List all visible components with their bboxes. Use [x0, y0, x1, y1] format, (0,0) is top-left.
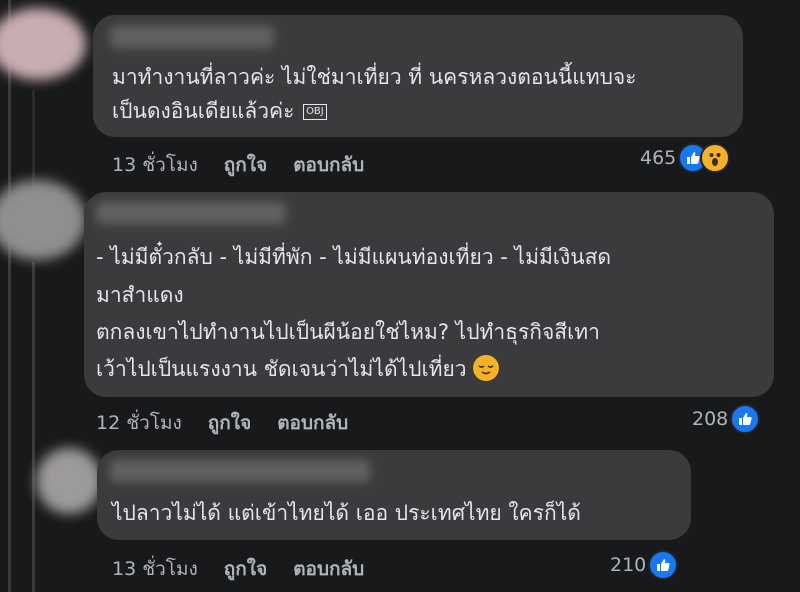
- avatar[interactable]: [0, 180, 86, 260]
- comment-text-line: - ไม่มีตั๋วกลับ - ไม่มีที่พัก - ไม่มีแผน…: [96, 245, 612, 269]
- comment-text-fragment: เว้าไปเป็นแรงงาน ชัดเจนว่าไม่ได้ไปเที่ยว: [96, 357, 467, 381]
- reaction-count: 208: [692, 408, 729, 430]
- thread-line: [32, 262, 35, 592]
- comment-text-line: ตกลงเขาไปทำงานไปเป็นผีน้อยใช่ไหม? ไปทำธุ…: [96, 320, 600, 344]
- avatar[interactable]: [0, 8, 86, 80]
- object-replacement-glyph: OBJ: [303, 104, 327, 120]
- reply-action-link[interactable]: ตอบกลับ: [293, 554, 364, 584]
- like-action-link[interactable]: ถูกใจ: [208, 408, 251, 438]
- comment-actions: 13 ชั่วโมง ถูกใจ ตอบกลับ: [112, 150, 364, 180]
- wow-face-icon: [700, 143, 731, 173]
- reaction-summary[interactable]: 210: [610, 550, 679, 580]
- commenter-name[interactable]: [96, 202, 286, 224]
- relieved-face-emoji: [473, 355, 500, 381]
- avatar[interactable]: [36, 448, 102, 514]
- comment-actions: 13 ชั่วโมง ถูกใจ ตอบกลับ: [112, 554, 364, 584]
- like-action-link[interactable]: ถูกใจ: [224, 554, 267, 584]
- comment-timestamp[interactable]: 13 ชั่วโมง: [112, 554, 198, 584]
- comment-text-line: เว้าไปเป็นแรงงาน ชัดเจนว่าไม่ได้ไปเที่ยว: [96, 352, 500, 386]
- comment-timestamp[interactable]: 12 ชั่วโมง: [96, 408, 182, 438]
- reaction-count: 465: [640, 147, 677, 169]
- comment-text-fragment: เป็นดงอินเดียแล้วค่ะ: [112, 99, 295, 123]
- reply-action-link[interactable]: ตอบกลับ: [293, 150, 364, 180]
- comment-actions: 12 ชั่วโมง ถูกใจ ตอบกลับ: [96, 408, 348, 438]
- thumbs-up-icon: [648, 550, 679, 580]
- comment-text-line: เป็นดงอินเดียแล้วค่ะ OBJ: [112, 94, 327, 128]
- comment-text-line: ไปลาวไม่ได้ แต่เข้าไทยได้ เออ ประเทศไทย …: [112, 501, 581, 525]
- commenter-name[interactable]: [110, 460, 370, 482]
- comment-text-line: มาสำแดง: [96, 283, 184, 307]
- comment-text-line: มาทำงานที่ลาวค่ะ ไม่ใช่มาเที่ยว ที่ นครห…: [112, 65, 637, 89]
- reaction-summary[interactable]: 208: [692, 404, 761, 434]
- thumbs-up-icon: [730, 404, 761, 434]
- reaction-count: 210: [610, 554, 647, 576]
- thread-line: [8, 0, 11, 592]
- reply-action-link[interactable]: ตอบกลับ: [277, 408, 348, 438]
- reaction-summary[interactable]: 465: [640, 143, 731, 173]
- like-action-link[interactable]: ถูกใจ: [224, 150, 267, 180]
- commenter-name[interactable]: [110, 26, 274, 48]
- comment-timestamp[interactable]: 13 ชั่วโมง: [112, 150, 198, 180]
